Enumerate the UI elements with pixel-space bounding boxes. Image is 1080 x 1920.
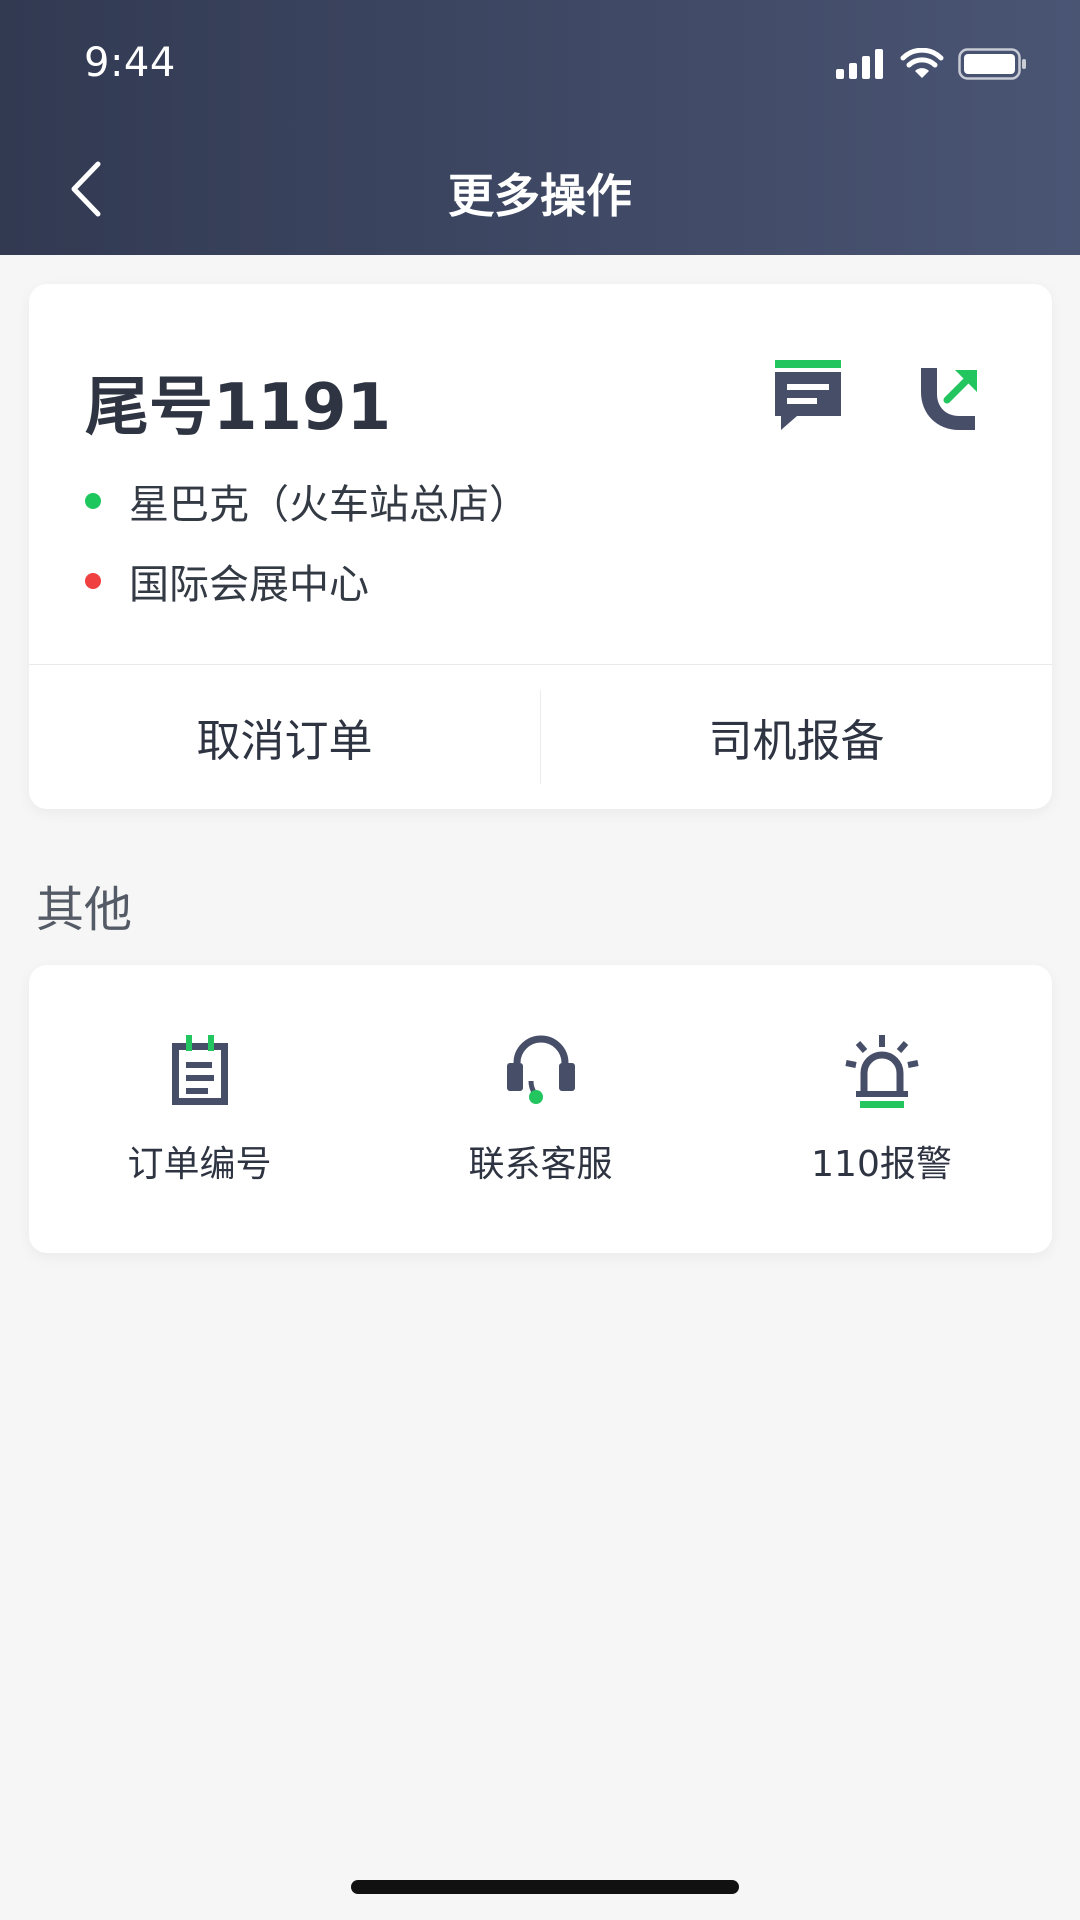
alarm-icon-wrap [711, 1035, 1052, 1115]
battery-icon [958, 48, 1026, 80]
call-button[interactable] [915, 360, 987, 436]
cancel-order-button[interactable]: 取消订单 [29, 665, 540, 809]
start-dot [85, 493, 101, 509]
end-dot [85, 573, 101, 589]
start-location: 星巴克（火车站总店） [85, 472, 529, 530]
other-card: 订单编号 联系客服 110报警 [29, 965, 1052, 1253]
alarm-icon [844, 1035, 919, 1108]
home-indicator[interactable] [351, 1880, 739, 1894]
status-icons [836, 44, 1028, 84]
driver-report-button[interactable]: 司机报备 [541, 665, 1052, 809]
contact-service-button[interactable]: 联系客服 [370, 1035, 711, 1195]
status-time: 9:44 [84, 40, 176, 86]
end-location-text: 国际会展中心 [129, 562, 369, 608]
order-number-label: 订单编号 [127, 1144, 272, 1185]
header: 9:44 更多操作 [0, 0, 1080, 255]
police-110-label: 110报警 [811, 1144, 952, 1185]
order-number-icon-wrap [29, 1035, 370, 1115]
start-location-text: 星巴克（火车站总店） [129, 482, 529, 528]
signal-icon [836, 49, 883, 79]
customer-service-icon [506, 1035, 575, 1104]
police-110-button[interactable]: 110报警 [711, 1035, 1052, 1195]
phone-call-icon [921, 368, 977, 430]
wifi-icon [900, 48, 944, 78]
order-card: 尾号1191 星巴克（火车站总店） 国际会展中心 取消订单 司机报备 [29, 284, 1052, 809]
message-icon [775, 360, 841, 430]
section-title-other: 其他 [36, 882, 133, 938]
status-bar: 9:44 [0, 0, 1080, 130]
end-location: 国际会展中心 [85, 552, 369, 610]
order-number-icon [171, 1035, 228, 1105]
customer-service-icon-wrap [370, 1035, 711, 1115]
page-title: 更多操作 [448, 169, 632, 223]
contact-service-label: 联系客服 [468, 1144, 613, 1185]
plate-number: 尾号1191 [85, 371, 392, 445]
order-number-button[interactable]: 订单编号 [29, 1035, 370, 1195]
nav-bar: 更多操作 [0, 130, 1080, 255]
message-button[interactable] [773, 360, 851, 436]
